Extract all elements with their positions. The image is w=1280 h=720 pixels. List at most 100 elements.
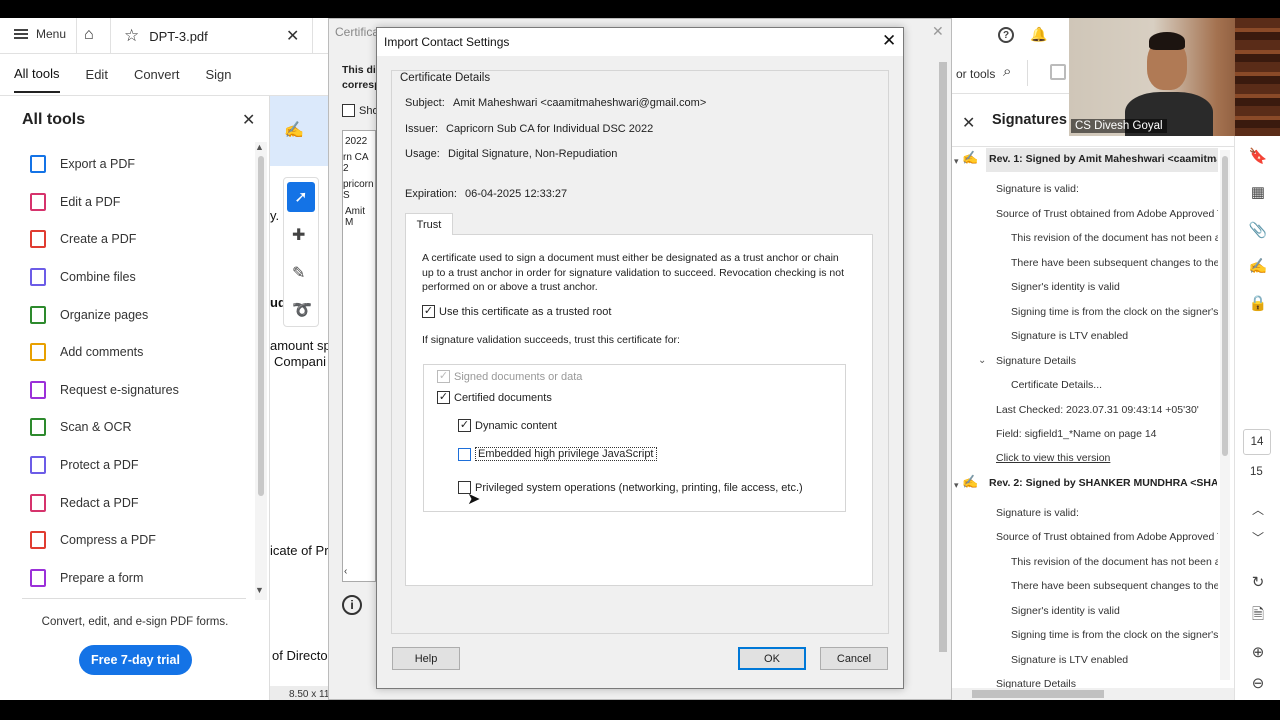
- scrollbar-thumb[interactable]: [1222, 156, 1228, 456]
- menu-button[interactable]: Menu: [14, 27, 66, 41]
- attachment-icon[interactable]: 📎: [1248, 220, 1268, 240]
- sig-line: Signer's identity is valid: [1011, 605, 1120, 617]
- current-page-box[interactable]: 14: [1243, 429, 1271, 455]
- sig-line: Signature is LTV enabled: [1011, 654, 1129, 666]
- scrollbar-thumb[interactable]: [258, 156, 264, 496]
- tool-label: Edit a PDF: [60, 195, 121, 209]
- ok-button[interactable]: OK: [738, 647, 806, 670]
- security-icon[interactable]: 🔒: [1248, 293, 1268, 313]
- dynamic-content-row[interactable]: ✓ Dynamic content: [458, 419, 557, 432]
- tool-organize-pages[interactable]: Organize pages: [30, 306, 148, 324]
- tool-label: Request e-signatures: [60, 383, 179, 397]
- compress-pdf-icon: [30, 531, 46, 549]
- tab-trust[interactable]: Trust: [405, 213, 453, 235]
- free-trial-button[interactable]: Free 7-day trial: [79, 645, 192, 675]
- create-pdf-icon: [30, 230, 46, 248]
- tool-redact-pdf[interactable]: Redact a PDF: [30, 494, 139, 512]
- document-tab[interactable]: ☆ DPT-3.pdf: [122, 18, 312, 54]
- tool-export-pdf[interactable]: Export a PDF: [30, 155, 135, 173]
- bg-scrollbar-thumb[interactable]: [939, 62, 947, 652]
- rev1-header[interactable]: Rev. 1: Signed by Amit Maheshwari <caami…: [989, 153, 1217, 165]
- certified-docs-row[interactable]: ✓ Certified documents: [437, 391, 552, 404]
- scroll-down-icon[interactable]: ▼: [255, 585, 264, 595]
- signature-panel-icon[interactable]: ✍: [1248, 256, 1268, 276]
- tool-label: Export a PDF: [60, 157, 136, 171]
- tool-prepare-form[interactable]: Prepare a form: [30, 569, 143, 587]
- tool-create-pdf[interactable]: Create a PDF: [30, 230, 136, 248]
- tool-compress-pdf[interactable]: Compress a PDF: [30, 531, 156, 549]
- bell-icon[interactable]: 🔔: [1030, 26, 1047, 43]
- lasso-icon[interactable]: ➰: [292, 300, 312, 320]
- trusted-root-checkbox-row[interactable]: ✓ Use this certificate as a trusted root: [422, 305, 611, 318]
- page-down-icon[interactable]: ﹀: [1248, 527, 1268, 547]
- certificate-details-link[interactable]: Certificate Details...: [1011, 379, 1218, 391]
- view-version-link[interactable]: Click to view this version: [996, 452, 1218, 464]
- scroll-up-icon[interactable]: ▲: [255, 142, 264, 152]
- checkbox[interactable]: [342, 104, 355, 117]
- scroll-left-icon[interactable]: ‹: [344, 566, 347, 577]
- panel-close-icon[interactable]: ✕: [242, 110, 255, 130]
- more-tools-label[interactable]: or tools: [956, 67, 995, 81]
- tool-add-comments[interactable]: Add comments: [30, 343, 143, 361]
- select-tool-icon[interactable]: ➚: [287, 182, 315, 212]
- tool-scan-ocr[interactable]: Scan & OCR: [30, 418, 132, 436]
- search-icon[interactable]: ⌕: [1003, 63, 1011, 80]
- page-info-icon[interactable]: 🗎: [1248, 606, 1268, 626]
- cancel-button[interactable]: Cancel: [820, 647, 888, 670]
- save-icon[interactable]: [1050, 64, 1066, 80]
- comment-icon[interactable]: ✚: [292, 225, 305, 245]
- bg-cert-list[interactable]: 2022 rn CA 2 pricorn S Amit M: [342, 130, 376, 582]
- certified-docs-checkbox[interactable]: ✓: [437, 391, 450, 404]
- list-item[interactable]: 2022: [343, 131, 375, 147]
- dialog-close-icon[interactable]: ✕: [882, 31, 896, 51]
- tool-request-esignatures[interactable]: Request e-signatures: [30, 381, 179, 399]
- star-icon[interactable]: ☆: [124, 26, 139, 46]
- list-item[interactable]: Amit M: [343, 201, 375, 228]
- tab-convert[interactable]: Convert: [134, 67, 180, 82]
- embedded-js-checkbox[interactable]: [458, 447, 471, 461]
- bg-window-close-icon[interactable]: ✕: [932, 23, 944, 40]
- dynamic-content-checkbox[interactable]: ✓: [458, 419, 471, 432]
- collapse-chevron-icon[interactable]: ▾: [954, 480, 959, 491]
- help-button[interactable]: Help: [392, 647, 460, 670]
- info-icon[interactable]: i: [342, 595, 362, 615]
- rev2-header[interactable]: Rev. 2: Signed by SHANKER MUNDHRA <SHANK: [989, 477, 1217, 489]
- page-up-icon[interactable]: ︿: [1248, 499, 1268, 519]
- help-icon[interactable]: ?: [998, 27, 1014, 43]
- last-checked: Last Checked: 2023.07.31 09:43:14 +05'30…: [996, 404, 1199, 416]
- sig-line: This revision of the document has not be…: [1011, 556, 1218, 568]
- request-esignatures-icon: [30, 381, 46, 399]
- privileged-ops-row[interactable]: Privileged system operations (networking…: [458, 481, 803, 494]
- refresh-icon[interactable]: ↻: [1248, 572, 1268, 592]
- embedded-js-row[interactable]: Embedded high privilege JavaScript: [458, 447, 657, 461]
- thumbnails-icon[interactable]: ▦: [1248, 182, 1268, 202]
- all-tools-title: All tools: [22, 111, 86, 128]
- expand-chevron-icon[interactable]: ⌄: [978, 355, 986, 366]
- tab-edit[interactable]: Edit: [86, 67, 108, 82]
- tool-edit-pdf[interactable]: Edit a PDF: [30, 193, 120, 211]
- collapse-chevron-icon[interactable]: ▾: [954, 156, 959, 167]
- panel-scrollbar[interactable]: [255, 142, 267, 600]
- trusted-root-checkbox[interactable]: ✓: [422, 305, 435, 318]
- list-item[interactable]: pricorn S: [343, 174, 375, 201]
- tab-all-tools[interactable]: All tools: [14, 56, 60, 93]
- signature-details-label[interactable]: Signature Details: [996, 355, 1218, 367]
- list-item[interactable]: rn CA 2: [343, 147, 375, 174]
- tool-label: Combine files: [60, 270, 136, 284]
- panel-footer-text: Convert, edit, and e-sign PDF forms.: [41, 616, 229, 628]
- signatures-close-icon[interactable]: ✕: [962, 113, 975, 133]
- hscrollbar-thumb[interactable]: [972, 690, 1104, 698]
- sig-line: Signature is LTV enabled: [1011, 330, 1129, 342]
- pen-icon[interactable]: ✎: [292, 263, 305, 283]
- trusted-root-label: Use this certificate as a trusted root: [439, 305, 612, 318]
- tab-close-icon[interactable]: ✕: [286, 26, 299, 46]
- zoom-in-icon[interactable]: ⊕: [1248, 642, 1268, 662]
- signatures-scrollbar[interactable]: [1220, 150, 1230, 680]
- tool-protect-pdf[interactable]: Protect a PDF: [30, 456, 139, 474]
- valid-signature-icon: ✍: [962, 474, 979, 489]
- zoom-out-icon[interactable]: ⊖: [1248, 673, 1268, 693]
- tool-combine-files[interactable]: Combine files: [30, 268, 136, 286]
- home-icon[interactable]: ⌂: [84, 26, 94, 44]
- tab-sign[interactable]: Sign: [205, 67, 231, 82]
- bookmark-icon[interactable]: 🔖: [1248, 146, 1268, 166]
